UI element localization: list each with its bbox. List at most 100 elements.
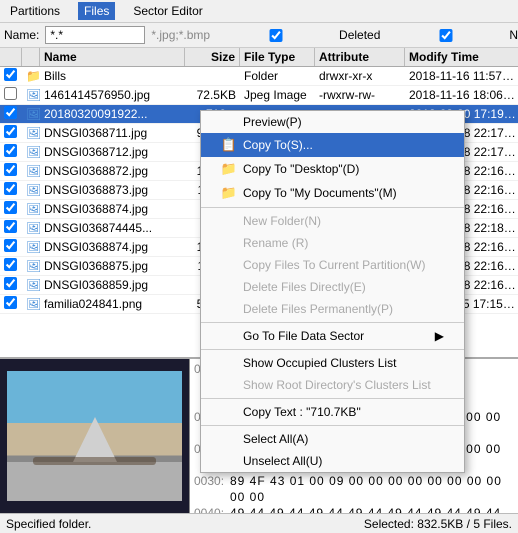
row-name: DNSGI0368859.jpg [40,277,185,293]
header-attr[interactable]: Attribute [315,48,405,66]
row-size [185,75,240,77]
hex-row: 0030:89 4F 43 01 00 09 00 00 00 00 00 00… [194,473,514,505]
row-size: 72.5KB [185,87,240,103]
menu-sector-editor[interactable]: Sector Editor [127,2,208,20]
row-name: DNSGI0368872.jpg [40,163,185,179]
row-checkbox[interactable] [4,296,17,309]
row-checkbox[interactable] [4,220,17,233]
row-checkbox-cell [0,67,22,85]
preview-triangle [73,417,117,462]
context-menu-item: Delete Files Permanently(P) [201,298,464,320]
row-name: DNSGI0368874.jpg [40,239,185,255]
context-menu-item: Delete Files Directly(E) [201,276,464,298]
row-checkbox-cell [0,276,22,294]
row-checkbox[interactable] [4,201,17,214]
hex-addr: 0030: [194,473,226,505]
row-checkbox[interactable] [4,106,17,119]
row-checkbox[interactable] [4,239,17,252]
context-menu-item[interactable]: 📁 Copy To "Desktop"(D) [201,157,464,181]
row-checkbox-cell [0,257,22,275]
table-row[interactable]: 📁 Bills Folder drwxr-xr-x 2018-11-16 11:… [0,67,518,86]
context-menu-item-icon: 📁 [221,185,237,201]
context-menu-item[interactable]: Select All(A) [201,428,464,450]
context-menu-item[interactable]: Copy Text : "710.7KB" [201,401,464,423]
row-name: 20180320091922... [40,106,185,122]
row-checkbox[interactable] [4,125,17,138]
hex-row: 0040: 49 44 49 44 49 44 49 44 49 44 49 44… [194,505,514,513]
status-bar: Specified folder. Selected: 832.5KB / 5 … [0,513,518,533]
context-menu-item-label: Preview(P) [243,115,302,129]
row-name: DNSGI0368873.jpg [40,182,185,198]
context-menu-item[interactable]: Go To File Data Sector ▶ [201,325,464,347]
header-size[interactable]: Size [185,48,240,66]
normal-checkbox[interactable] [386,29,506,42]
context-menu-item[interactable]: Preview(P) [201,111,464,133]
row-icon: 🖼 [22,220,40,236]
context-menu-separator [201,398,464,399]
context-menu-item[interactable]: 📁 Copy To "My Documents"(M) [201,181,464,205]
row-mtime: 2018-11-16 18:06:06 [405,87,518,103]
context-menu-item-label: Copy Text : "710.7KB" [243,405,361,419]
row-checkbox[interactable] [4,87,17,100]
name-input[interactable] [45,26,145,44]
row-checkbox-cell [0,105,22,123]
context-menu-item-label: Rename (R) [243,236,308,250]
hex-bytes: 49 44 49 44 49 44 49 44 49 44 49 44 49 4… [230,505,514,513]
row-name: DNSGI0368874.jpg [40,201,185,217]
row-name: 1461414576950.jpg [40,87,185,103]
row-checkbox-cell [0,162,22,180]
context-menu-item[interactable]: 📋 Copy To(S)... [201,133,464,157]
hex-addr: 0040: [194,505,226,513]
menu-files[interactable]: Files [78,2,115,20]
context-menu-item-label: Copy To "My Documents"(M) [243,186,397,200]
row-checkbox[interactable] [4,163,17,176]
row-mtime: 2018-11-16 11:57:58 [405,68,518,84]
context-menu-item-icon: 📁 [221,161,237,177]
context-menu-item-label: Show Root Directory's Clusters List [243,378,431,392]
context-menu-item-label: New Folder(N) [243,214,321,228]
row-icon: 🖼 [22,182,40,198]
row-checkbox[interactable] [4,68,17,81]
row-name: Bills [40,68,185,84]
context-menu-separator [201,425,464,426]
row-type: Jpeg Image [240,87,315,103]
row-icon: 🖼 [22,201,40,217]
context-menu-item-label: Select All(A) [243,432,308,446]
row-icon: 🖼 [22,277,40,293]
row-checkbox-cell [0,86,22,104]
row-checkbox[interactable] [4,258,17,271]
context-menu-separator [201,322,464,323]
menu-bar: Partitions Files Sector Editor [0,0,518,23]
normal-checkbox-group: Normal [386,28,518,42]
row-icon: 🖼 [22,106,40,122]
toolbar: Name: *.jpg;*.bmp Deleted Normal System [0,23,518,48]
row-checkbox-cell [0,124,22,142]
context-menu-item-label: Go To File Data Sector [243,329,364,343]
context-menu-item-icon: 📋 [221,137,237,153]
context-menu-item[interactable]: Unselect All(U) [201,450,464,472]
row-checkbox[interactable] [4,144,17,157]
table-row[interactable]: 🖼 1461414576950.jpg 72.5KB Jpeg Image -r… [0,86,518,105]
context-menu-item-label: Show Occupied Clusters List [243,356,396,370]
header-type[interactable]: File Type [240,48,315,66]
row-checkbox[interactable] [4,182,17,195]
row-checkbox[interactable] [4,277,17,290]
menu-partitions[interactable]: Partitions [4,2,66,20]
preview-panel [0,359,190,513]
row-checkbox-cell [0,181,22,199]
context-menu: Preview(P) 📋 Copy To(S)... 📁 Copy To "De… [200,110,465,473]
context-menu-item-label: Copy To(S)... [243,138,313,152]
header-mtime[interactable]: Modify Time [405,48,518,66]
row-icon: 🖼 [22,125,40,141]
context-menu-item-label: Copy To "Desktop"(D) [243,162,359,176]
context-menu-item-label: Unselect All(U) [243,454,322,468]
context-menu-item-label: Delete Files Directly(E) [243,280,366,294]
row-name: familia024841.png [40,296,185,312]
context-menu-item: Show Root Directory's Clusters List [201,374,464,396]
header-name[interactable]: Name [40,48,185,66]
deleted-checkbox[interactable] [216,29,336,42]
context-menu-item[interactable]: Show Occupied Clusters List [201,352,464,374]
context-menu-item: New Folder(N) [201,210,464,232]
row-type: Folder [240,68,315,84]
hex-bytes: 89 4F 43 01 00 09 00 00 00 00 00 00 00 0… [230,473,514,505]
